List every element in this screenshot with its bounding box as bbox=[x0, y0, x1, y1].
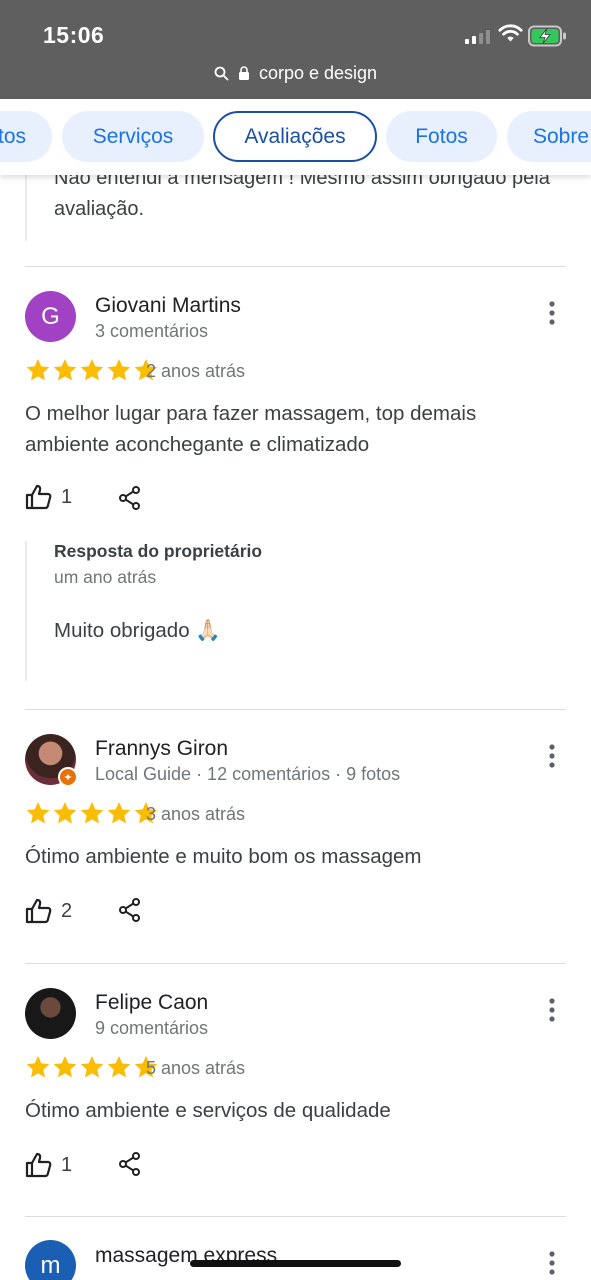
page: 15:06 corpo e design tos Serviços Avalia… bbox=[0, 0, 591, 1280]
star-icon bbox=[53, 359, 77, 381]
reviewer-name[interactable]: Felipe Caon bbox=[95, 991, 208, 1015]
avatar[interactable]: G bbox=[25, 291, 76, 342]
tab-sobre[interactable]: Sobre bbox=[507, 111, 591, 162]
star-icon bbox=[80, 802, 104, 824]
url-text: corpo e design bbox=[258, 63, 378, 83]
like-button[interactable]: 1 bbox=[25, 1152, 72, 1178]
reviewer-meta: 9 comentários bbox=[95, 1018, 209, 1038]
divider bbox=[25, 963, 566, 964]
more-options-icon[interactable] bbox=[548, 300, 556, 326]
star-icon bbox=[53, 1056, 77, 1078]
star-icon bbox=[80, 359, 104, 381]
star-icon bbox=[26, 359, 50, 381]
thumbs-up-icon bbox=[25, 484, 52, 510]
share-icon[interactable] bbox=[118, 1152, 142, 1176]
tab-strip: tos Serviços Avaliações Fotos Sobre bbox=[0, 99, 591, 175]
divider bbox=[25, 266, 566, 267]
avatar[interactable]: m bbox=[25, 1240, 76, 1280]
review-date: 5 anos atrás bbox=[146, 1058, 246, 1078]
reviewer-name[interactable]: Frannys Giron bbox=[95, 737, 228, 761]
battery-charging-icon bbox=[528, 25, 566, 47]
star-icon bbox=[26, 802, 50, 824]
url-bar[interactable]: corpo e design bbox=[0, 63, 591, 84]
star-rating bbox=[25, 1055, 159, 1079]
more-options-icon[interactable] bbox=[548, 743, 556, 769]
review-text: O melhor lugar para fazer massagem, top … bbox=[25, 402, 477, 456]
more-options-icon[interactable] bbox=[548, 997, 556, 1023]
more-options-icon[interactable] bbox=[548, 1250, 556, 1276]
reviewer-name[interactable]: Giovani Martins bbox=[95, 294, 241, 318]
avatar[interactable] bbox=[25, 988, 76, 1039]
wifi-icon bbox=[498, 24, 523, 42]
star-icon bbox=[26, 1056, 50, 1078]
status-time: 15:06 bbox=[43, 22, 105, 48]
cellular-signal-icon bbox=[465, 29, 490, 44]
divider bbox=[25, 709, 566, 710]
star-icon bbox=[53, 802, 77, 824]
like-button[interactable]: 2 bbox=[25, 898, 72, 924]
owner-reply-text: Muito obrigado 🙏🏻 bbox=[54, 619, 221, 642]
tab-servicos[interactable]: Serviços bbox=[62, 111, 204, 162]
owner-reply-date: um ano atrás bbox=[54, 567, 157, 587]
avatar[interactable]: ✦ bbox=[25, 734, 78, 787]
review-date: 2 anos atrás bbox=[146, 361, 246, 381]
share-icon[interactable] bbox=[118, 898, 142, 922]
local-guide-badge-icon: ✦ bbox=[58, 767, 78, 787]
owner-reply: Resposta do proprietário um ano atrás Mu… bbox=[25, 541, 565, 681]
reviewer-meta: 3 comentários bbox=[95, 321, 209, 341]
star-rating bbox=[25, 358, 159, 382]
star-icon bbox=[107, 1056, 131, 1078]
thumbs-up-icon bbox=[25, 1152, 52, 1178]
thumbs-up-icon bbox=[25, 898, 52, 924]
home-indicator[interactable] bbox=[190, 1260, 401, 1267]
tab-fotos[interactable]: Fotos bbox=[386, 111, 497, 162]
review-text: Ótimo ambiente e muito bom os massagem bbox=[25, 845, 422, 868]
browser-top-bar: 15:06 corpo e design bbox=[0, 0, 591, 99]
search-icon bbox=[214, 66, 229, 81]
reviewer-meta: Local Guide · 12 comentários · 9 fotos bbox=[95, 764, 401, 784]
review-date: 3 anos atrás bbox=[146, 804, 246, 824]
review-text: Ótimo ambiente e serviços de qualidade bbox=[25, 1099, 391, 1122]
tab-produtos[interactable]: tos bbox=[0, 111, 52, 162]
tab-avaliacoes[interactable]: Avaliações bbox=[213, 111, 377, 162]
share-icon[interactable] bbox=[118, 486, 142, 510]
owner-reply-title: Resposta do proprietário bbox=[54, 541, 263, 561]
lock-icon bbox=[238, 66, 249, 80]
star-icon bbox=[80, 1056, 104, 1078]
star-icon bbox=[107, 359, 131, 381]
star-icon bbox=[107, 802, 131, 824]
like-count: 1 bbox=[61, 485, 73, 508]
like-count: 1 bbox=[61, 1153, 73, 1176]
like-button[interactable]: 1 bbox=[25, 484, 72, 510]
like-count: 2 bbox=[61, 899, 73, 922]
divider bbox=[25, 1216, 566, 1217]
star-rating bbox=[25, 801, 159, 825]
